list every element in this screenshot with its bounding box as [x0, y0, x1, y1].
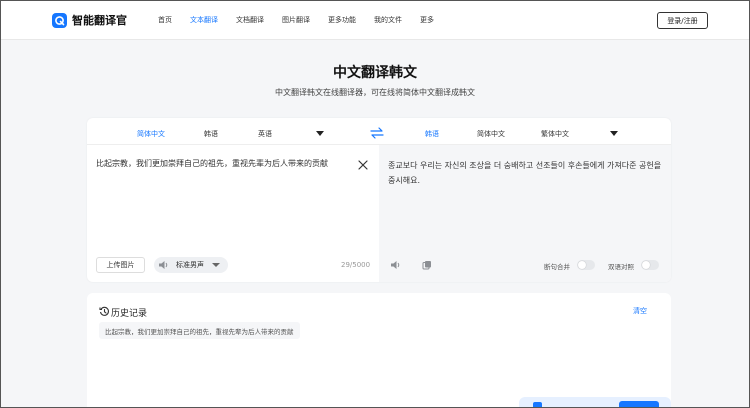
copy-icon[interactable] — [422, 260, 432, 270]
nav-item-text-translate[interactable]: 文本翻译 — [190, 15, 218, 25]
speaker-icon[interactable] — [158, 260, 169, 270]
target-speaker-icon[interactable] — [390, 260, 401, 270]
main-nav: 首页 文本翻译 文档翻译 图片翻译 更多功能 我的文件 更多 — [158, 15, 452, 25]
history-title: 历史记录 — [111, 309, 148, 319]
login-button[interactable]: 登录/注册 — [657, 12, 708, 29]
bilingual-toggle[interactable] — [641, 260, 659, 270]
history-icon — [99, 306, 109, 316]
sentence-merge-toggle[interactable] — [577, 260, 595, 270]
source-text-input[interactable]: 比起宗教，我们更加崇拜自己的祖先，重视先辈为后人带来的贡献 — [96, 158, 354, 170]
target-lang-korean[interactable]: 韩语 — [425, 129, 439, 139]
target-lang-dropdown-icon[interactable] — [610, 131, 618, 136]
translator-card: 简体中文 韩语 英语 韩语 简体中文 繁体中文 比起宗教，我们更加崇拜自己的祖先… — [87, 118, 671, 282]
promo-button[interactable] — [619, 401, 659, 408]
clear-icon[interactable] — [358, 160, 368, 170]
brand-name: 智能翻译官 — [72, 14, 127, 27]
voice-select-label: 标准男声 — [176, 261, 204, 269]
app-logo-icon — [52, 12, 67, 28]
upload-image-button[interactable]: 上传图片 — [96, 257, 145, 273]
nav-item-more-features[interactable]: 更多功能 — [328, 15, 356, 25]
char-counter: 29/5000 — [341, 261, 371, 269]
sentence-merge-label: 断句合并 — [544, 263, 570, 271]
target-lang-traditional-chinese[interactable]: 繁体中文 — [541, 129, 569, 139]
nav-item-home[interactable]: 首页 — [158, 15, 172, 25]
voice-select[interactable]: 标准男声 — [154, 257, 228, 273]
promo-banner[interactable] — [519, 397, 671, 408]
source-lang-korean[interactable]: 韩语 — [204, 129, 218, 139]
promo-app-icon — [533, 402, 542, 408]
target-lang-simplified-chinese[interactable]: 简体中文 — [477, 129, 505, 139]
brand-logo[interactable]: 智能翻译官 — [52, 12, 127, 28]
voice-dropdown-icon — [212, 263, 220, 267]
swap-icon[interactable] — [370, 127, 384, 139]
nav-item-image-translate[interactable]: 图片翻译 — [282, 15, 310, 25]
source-lang-english[interactable]: 英语 — [258, 129, 272, 139]
bilingual-label: 双语对照 — [608, 263, 634, 271]
clear-history-link[interactable]: 清空 — [633, 306, 647, 316]
source-lang-dropdown-icon[interactable] — [316, 131, 324, 136]
history-item[interactable]: 比起宗教，我们更加崇拜自己的祖先，重视先辈为后人带来的贡献 — [99, 322, 300, 339]
source-lang-simplified-chinese[interactable]: 简体中文 — [137, 129, 165, 139]
history-panel: 历史记录 清空 比起宗教，我们更加崇拜自己的祖先，重视先辈为后人带来的贡献 — [87, 293, 671, 408]
language-bar: 简体中文 韩语 英语 韩语 简体中文 繁体中文 — [87, 118, 671, 145]
page-subtitle: 中文翻译韩文在线翻译器，可在线将简体中文翻译成韩文 — [275, 88, 475, 97]
nav-item-my-files[interactable]: 我的文件 — [374, 15, 402, 25]
translation-output: 종교보다 우리는 자신의 조상을 더 숭배하고 선조들이 후손들에게 가져다준 … — [388, 161, 662, 185]
top-header: 智能翻译官 首页 文本翻译 文档翻译 图片翻译 更多功能 我的文件 更多 登录/… — [1, 1, 749, 40]
page-title: 中文翻译韩文 — [333, 65, 417, 81]
nav-item-doc-translate[interactable]: 文档翻译 — [236, 15, 264, 25]
nav-item-more[interactable]: 更多 — [420, 15, 434, 25]
